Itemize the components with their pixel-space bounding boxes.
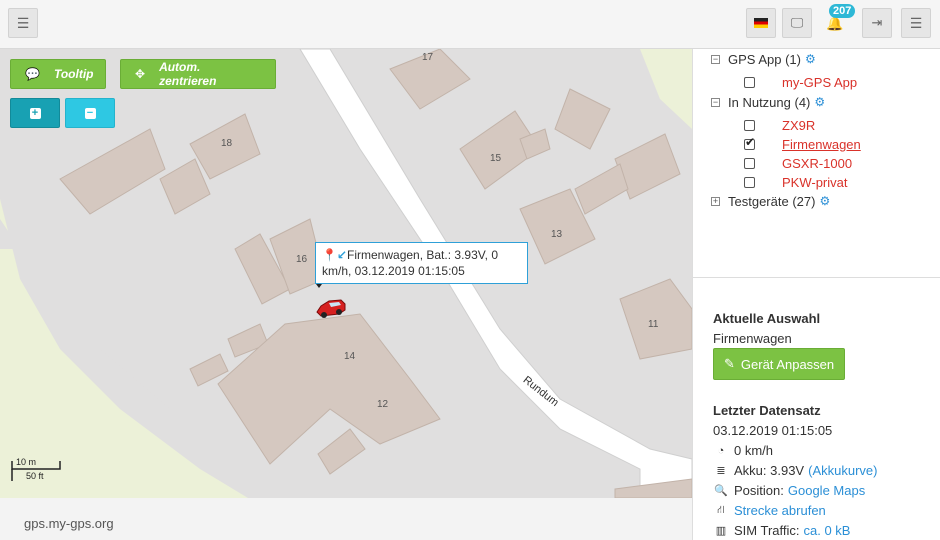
german-flag-icon bbox=[754, 18, 768, 28]
edit-device-button[interactable]: ✎ Gerät Anpassen bbox=[713, 348, 846, 380]
notification-badge: 207 bbox=[829, 4, 856, 18]
tooltip-pointer bbox=[316, 284, 322, 288]
bar-chart-icon: ▥ bbox=[715, 525, 727, 537]
tree-group-label: GPS App (1) bbox=[728, 51, 801, 67]
edit-icon: ✎ bbox=[724, 356, 735, 371]
auto-center-button-label: Autom. zentrieren bbox=[159, 60, 217, 88]
speed-value: 0 km/h bbox=[734, 443, 774, 458]
current-selection-heading: Aktuelle Auswahl bbox=[713, 311, 821, 326]
crosshair-icon: ✥ bbox=[135, 67, 146, 81]
route-row: ⛙ Strecke abrufen bbox=[713, 503, 826, 518]
map-footer: gps.my-gps.org bbox=[0, 498, 692, 540]
device-panel: − GPS App (1) ⚙ my-GPS App − In Nutzung … bbox=[692, 49, 940, 540]
auto-center-button[interactable]: ✥ Autom. zentrieren bbox=[120, 59, 276, 89]
speed-row: ◔ 0 km/h bbox=[713, 443, 773, 458]
display-button[interactable]: 🖵 bbox=[782, 8, 812, 38]
house-number: 11 bbox=[648, 319, 659, 330]
battery-curve-link[interactable]: (Akkukurve) bbox=[808, 463, 877, 478]
tooltip-text: Firmenwagen, Bat.: 3.93V, 0 km/h, 03.12.… bbox=[322, 248, 498, 278]
logout-button[interactable]: ⇥ bbox=[862, 8, 892, 38]
house-number: 15 bbox=[490, 153, 502, 164]
position-row: 🔍 Position: Google Maps bbox=[713, 483, 865, 498]
tree-group-in-nutzung[interactable]: − In Nutzung (4) ⚙ bbox=[711, 93, 825, 111]
vehicle-tooltip: 📍↙Firmenwagen, Bat.: 3.93V, 0 km/h, 03.1… bbox=[315, 242, 528, 284]
top-bar: ☰ 🖵 🔔 207 ⇥ ☰ bbox=[0, 0, 940, 49]
zoom-in-button[interactable]: + bbox=[10, 98, 60, 128]
house-number: 18 bbox=[221, 138, 233, 149]
selected-device-name: Firmenwagen bbox=[713, 331, 792, 346]
device-checkbox[interactable] bbox=[744, 119, 755, 131]
menu-toggle-button[interactable]: ☰ bbox=[8, 8, 38, 38]
logout-icon: ⇥ bbox=[871, 15, 883, 30]
device-name[interactable]: ZX9R bbox=[782, 118, 815, 133]
car-icon bbox=[316, 299, 346, 318]
search-icon: 🔍 bbox=[714, 485, 728, 497]
language-button[interactable] bbox=[746, 8, 776, 38]
tree-device-pkw-privat[interactable]: PKW-privat bbox=[744, 173, 848, 191]
route-link[interactable]: Strecke abrufen bbox=[734, 503, 826, 518]
tree-device-firmenwagen[interactable]: Firmenwagen bbox=[744, 135, 861, 153]
speedometer-icon: ◔ bbox=[717, 444, 725, 457]
collapse-icon[interactable]: − bbox=[711, 97, 720, 107]
hamburger-icon: ☰ bbox=[16, 14, 30, 31]
sim-traffic-label: SIM Traffic: bbox=[734, 523, 800, 538]
scale-meters: 10 m bbox=[16, 457, 37, 467]
hamburger-icon: ☰ bbox=[909, 14, 923, 31]
database-icon: ≣ bbox=[716, 465, 726, 477]
device-checkbox[interactable] bbox=[744, 135, 755, 150]
device-name[interactable]: Firmenwagen bbox=[782, 137, 861, 152]
gears-icon[interactable]: ⚙ bbox=[819, 194, 830, 208]
tree-device-zx9r[interactable]: ZX9R bbox=[744, 116, 815, 134]
battery-row: ≣ Akku: 3.93V (Akkukurve) bbox=[713, 463, 877, 478]
device-name[interactable]: GSXR-1000 bbox=[782, 156, 852, 171]
expand-icon[interactable]: + bbox=[711, 196, 720, 206]
device-checkbox[interactable] bbox=[744, 76, 755, 88]
battery-value: Akku: 3.93V bbox=[734, 463, 805, 478]
tree-device-my-gps-app[interactable]: my-GPS App bbox=[744, 73, 857, 91]
map-pin-icon: 📍 bbox=[322, 248, 337, 262]
tooltip-button[interactable]: 💬 Tooltip bbox=[10, 59, 106, 89]
tree-device-gsxr-1000[interactable]: GSXR-1000 bbox=[744, 154, 852, 172]
tree-group-label: In Nutzung (4) bbox=[728, 94, 811, 110]
gears-icon[interactable]: ⚙ bbox=[805, 52, 816, 66]
device-name[interactable]: PKW-privat bbox=[782, 175, 848, 190]
zoom-out-button[interactable]: − bbox=[65, 98, 115, 128]
house-number: 14 bbox=[344, 351, 356, 362]
direction-arrow-icon: ↙ bbox=[336, 248, 348, 262]
tree-group-gps-app[interactable]: − GPS App (1) ⚙ bbox=[711, 50, 816, 68]
house-number: 13 bbox=[551, 229, 563, 240]
monitor-icon: 🖵 bbox=[790, 15, 804, 30]
tree-group-label: Testgeräte (27) bbox=[728, 193, 816, 209]
house-number: 17 bbox=[422, 52, 434, 63]
google-maps-link[interactable]: Google Maps bbox=[788, 483, 865, 498]
options-menu-button[interactable]: ☰ bbox=[901, 8, 931, 38]
sim-traffic-row: ▥ SIM Traffic: ca. 0 kB bbox=[713, 523, 851, 538]
last-record-timestamp: 03.12.2019 01:15:05 bbox=[713, 423, 833, 438]
device-checkbox[interactable] bbox=[744, 157, 755, 169]
house-number: 16 bbox=[296, 254, 308, 265]
device-name[interactable]: my-GPS App bbox=[782, 75, 857, 90]
edit-device-button-label: Gerät Anpassen bbox=[740, 356, 835, 372]
last-record-heading: Letzter Datensatz bbox=[713, 403, 821, 418]
scale-feet: 50 ft bbox=[26, 471, 44, 481]
house-number: 12 bbox=[377, 399, 389, 410]
site-url: gps.my-gps.org bbox=[24, 516, 114, 531]
sim-traffic-link[interactable]: ca. 0 kB bbox=[804, 523, 851, 538]
position-label: Position: bbox=[734, 483, 784, 498]
collapse-icon[interactable]: − bbox=[711, 54, 720, 64]
panel-divider bbox=[693, 277, 940, 278]
gears-icon[interactable]: ⚙ bbox=[814, 95, 825, 109]
speech-bubble-icon: 💬 bbox=[25, 67, 40, 81]
tooltip-button-label: Tooltip bbox=[53, 67, 94, 81]
road-icon: ⛙ bbox=[717, 503, 725, 516]
tree-group-testgeraete[interactable]: + Testgeräte (27) ⚙ bbox=[711, 192, 830, 210]
device-checkbox[interactable] bbox=[744, 176, 755, 188]
plus-icon: + bbox=[29, 107, 41, 119]
minus-icon: − bbox=[84, 107, 96, 119]
vehicle-marker[interactable] bbox=[315, 298, 347, 320]
